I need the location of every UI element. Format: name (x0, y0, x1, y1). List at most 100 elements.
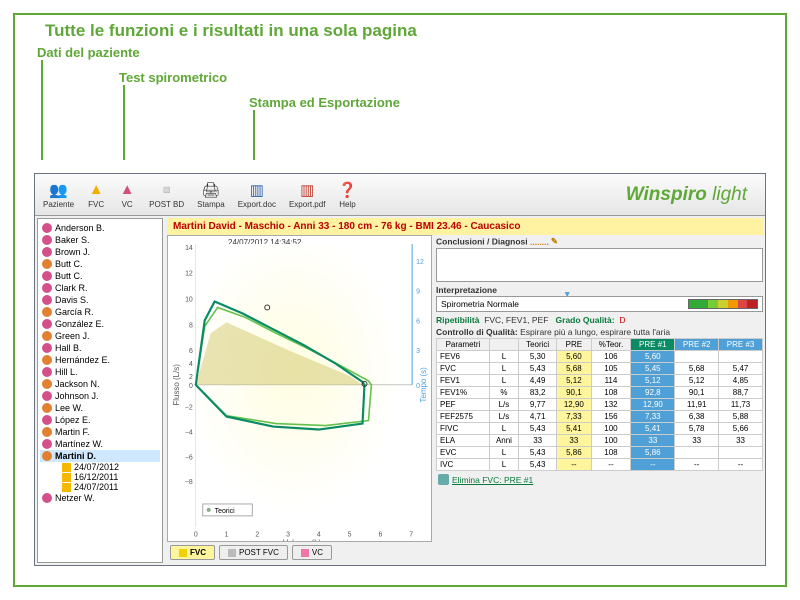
patient-header: Martini David - Maschio - Anni 33 - 180 … (167, 218, 763, 235)
marker-icon: ▼ (563, 289, 571, 299)
svg-text:1: 1 (225, 532, 229, 539)
patient-item[interactable]: Hernández E. (40, 354, 160, 366)
avatar-icon (42, 493, 52, 503)
results-table: ParametriTeoriciPRE%Teor.PRE #1PRE #2PRE… (436, 338, 763, 471)
svg-text:0: 0 (194, 532, 198, 539)
patient-item[interactable]: Martini D. (40, 450, 160, 462)
table-row: EVCL5,435,861085,86 (437, 447, 763, 459)
conclusions-box[interactable] (436, 248, 763, 282)
patient-item[interactable]: Butt C. (40, 258, 160, 270)
session-item[interactable]: 24/07/2011 (40, 482, 160, 492)
delete-link[interactable]: Elimina FVC: PRE #1 (436, 471, 763, 488)
pdf-icon: ▥ (298, 181, 316, 199)
person-icon: 👥 (50, 181, 68, 199)
patient-item[interactable]: Jackson N. (40, 378, 160, 390)
patient-item[interactable]: Hill L. (40, 366, 160, 378)
patient-item[interactable]: Baker S. (40, 234, 160, 246)
stampa-button[interactable]: 🖨Stampa (197, 181, 225, 209)
vc-button[interactable]: ▲VC (118, 181, 136, 209)
patient-item[interactable]: Johnson J. (40, 390, 160, 402)
svg-text:5: 5 (348, 532, 352, 539)
avatar-icon (42, 379, 52, 389)
edit-icon[interactable]: ........✎ (530, 236, 558, 247)
avatar-icon (42, 295, 52, 305)
svg-text:0: 0 (416, 383, 420, 390)
patient-item[interactable]: Martínez W. (40, 438, 160, 450)
triangle-icon: ▲ (118, 181, 136, 199)
export-pdf-button[interactable]: ▥Export.pdf (289, 181, 325, 209)
table-row: PEFL/s9,7712,9013212,9011,9111,73 (437, 399, 763, 411)
patient-item[interactable]: Anderson B. (40, 222, 160, 234)
patient-item[interactable]: Lee W. (40, 402, 160, 414)
callout-stampa: Stampa ed Esportazione (245, 95, 400, 110)
svg-text:Flusso (L/s): Flusso (L/s) (172, 364, 181, 406)
patient-item[interactable]: Green J. (40, 330, 160, 342)
svg-text:12: 12 (185, 271, 193, 278)
export-doc-button[interactable]: ▥Export.doc (238, 181, 276, 209)
avatar-icon (42, 427, 52, 437)
help-button[interactable]: ❓Help (338, 181, 356, 209)
postbd-icon: ▧ (158, 181, 176, 199)
svg-text:8: 8 (189, 322, 193, 329)
flow-volume-chart[interactable]: 24/07/2012 14:34:52 141210 864 20 −2−4−6… (167, 235, 432, 542)
folder-icon (62, 483, 71, 492)
patient-item[interactable]: Butt C. (40, 270, 160, 282)
avatar-icon (42, 271, 52, 281)
svg-text:−6: −6 (185, 454, 193, 461)
svg-text:14: 14 (185, 245, 193, 252)
legend-vc[interactable]: VC (292, 545, 332, 560)
svg-text:−8: −8 (185, 479, 193, 486)
svg-text:−2: −2 (185, 405, 193, 412)
svg-text:2: 2 (189, 374, 193, 381)
svg-text:7: 7 (409, 532, 413, 539)
svg-text:12: 12 (416, 259, 424, 266)
avatar-icon (42, 259, 52, 269)
table-row: FEV1%%83,290,110892,890,188,7 (437, 387, 763, 399)
svg-text:10: 10 (185, 297, 193, 304)
svg-text:6: 6 (189, 348, 193, 355)
patient-item[interactable]: Hall B. (40, 342, 160, 354)
toolbar: 👥Paziente ▲FVC ▲VC ▧POST BD 🖨Stampa ▥Exp… (35, 174, 765, 216)
page-headline: Tutte le funzioni e i risultati in una s… (15, 15, 785, 45)
patient-item[interactable]: Netzer W. (40, 492, 160, 504)
postbd-button[interactable]: ▧POST BD (149, 181, 184, 209)
svg-text:Volume (L): Volume (L) (283, 539, 322, 542)
legend-post[interactable]: POST FVC (219, 545, 288, 560)
legend-fvc[interactable]: FVC (170, 545, 215, 560)
svg-text:−4: −4 (185, 429, 193, 436)
patient-list[interactable]: Anderson B.Baker S.Brown J.Butt C.Butt C… (37, 218, 163, 563)
triangle-icon: ▲ (87, 181, 105, 199)
paziente-button[interactable]: 👥Paziente (43, 181, 74, 209)
session-item[interactable]: 16/12/2011 (40, 472, 160, 482)
chart-svg: 141210 864 20 −2−4−6−8 012 345 67 Flusso… (168, 236, 431, 542)
avatar-icon (42, 439, 52, 449)
interpretation-label: Interpretazione (436, 284, 763, 296)
svg-text:6: 6 (378, 532, 382, 539)
svg-text:0: 0 (189, 383, 193, 390)
folder-icon (62, 463, 71, 472)
interpretation-value: Spirometria Normale (441, 299, 519, 309)
table-row: ELAAnni3333100333333 (437, 435, 763, 447)
patient-item[interactable]: Clark R. (40, 282, 160, 294)
patient-item[interactable]: García R. (40, 306, 160, 318)
svg-text:3: 3 (416, 348, 420, 355)
patient-item[interactable]: Davis S. (40, 294, 160, 306)
avatar-icon (42, 235, 52, 245)
patient-item[interactable]: González E. (40, 318, 160, 330)
fvc-button[interactable]: ▲FVC (87, 181, 105, 209)
svg-text:9: 9 (416, 289, 420, 296)
patient-item[interactable]: Brown J. (40, 246, 160, 258)
chart-legend: FVC POST FVC VC (167, 542, 432, 563)
patient-item[interactable]: Martin F. (40, 426, 160, 438)
avatar-icon (42, 415, 52, 425)
avatar-icon (42, 307, 52, 317)
svg-text:2: 2 (255, 532, 259, 539)
patient-item[interactable]: López E. (40, 414, 160, 426)
avatar-icon (42, 391, 52, 401)
session-item[interactable]: 24/07/2012 (40, 462, 160, 472)
avatar-icon (42, 223, 52, 233)
word-icon: ▥ (248, 181, 266, 199)
brand: Winspiro light (626, 184, 747, 206)
trash-icon (438, 474, 449, 485)
avatar-icon (42, 403, 52, 413)
